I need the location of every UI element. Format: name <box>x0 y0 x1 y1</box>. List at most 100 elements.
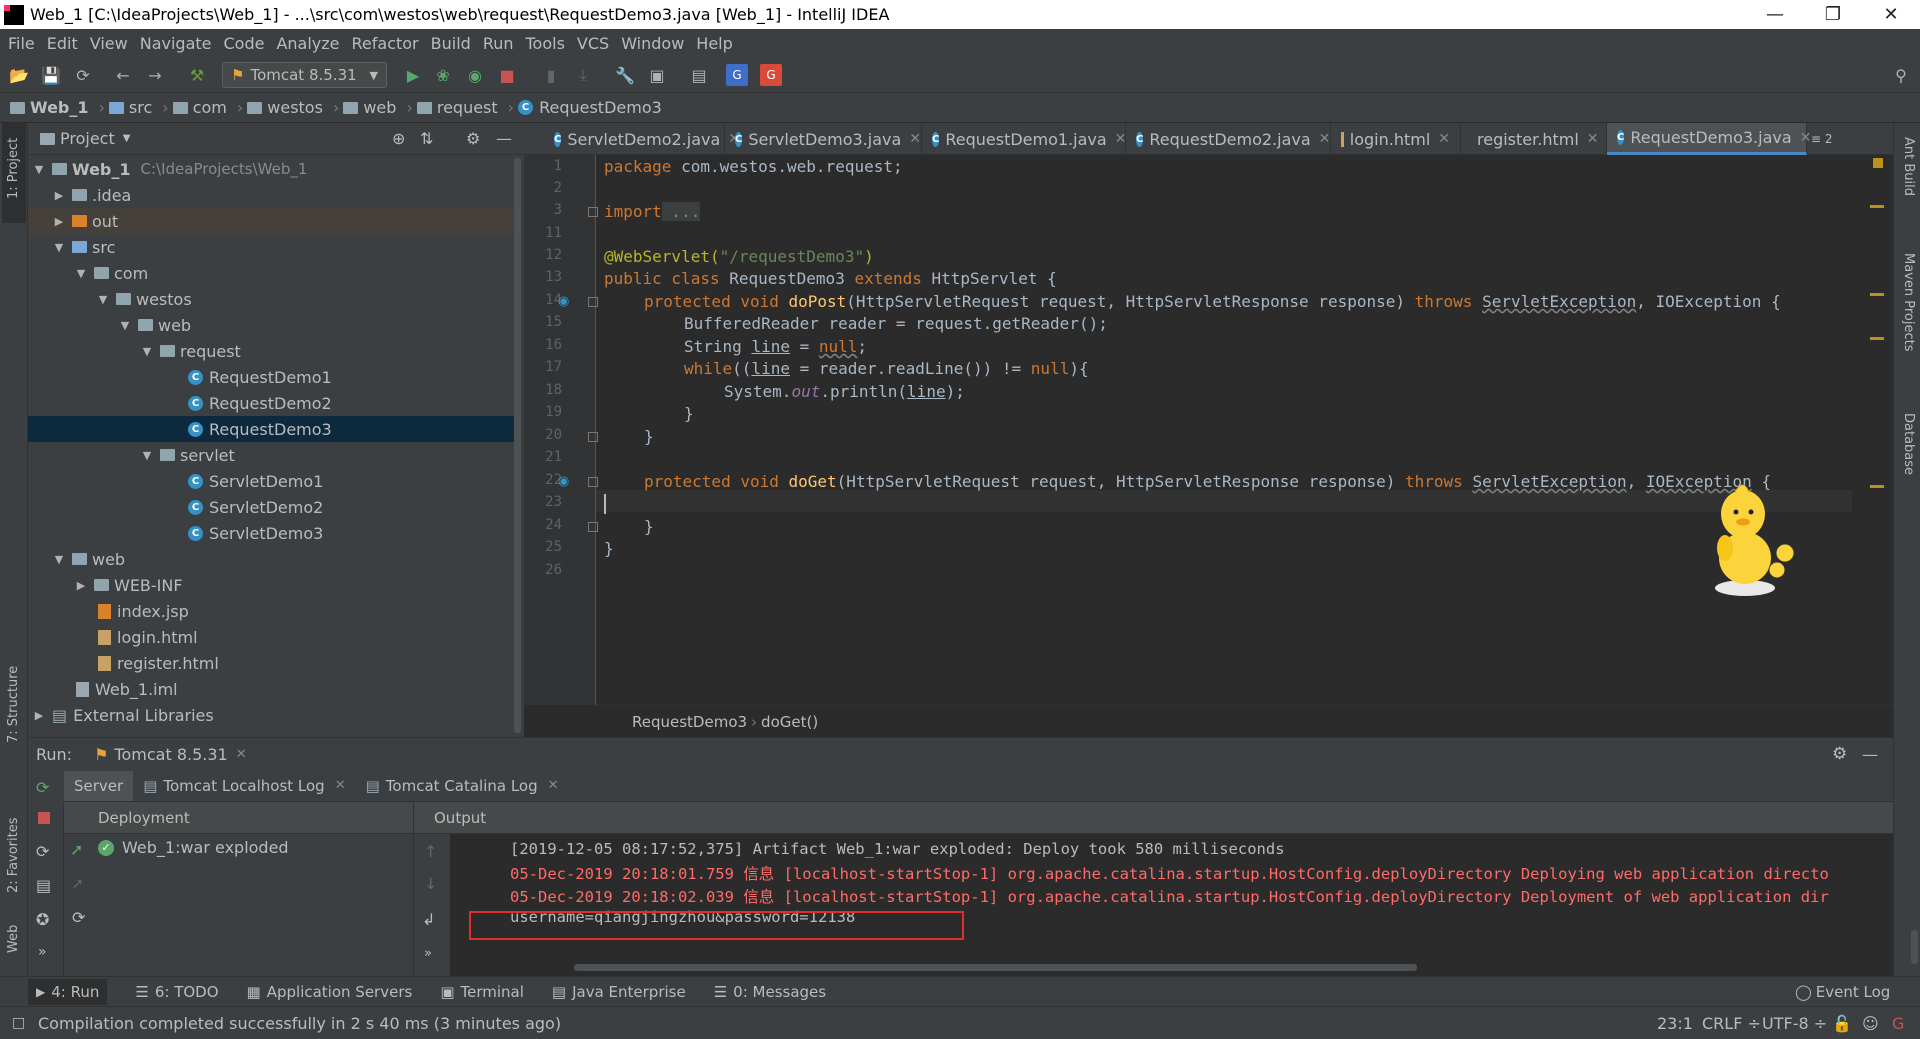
tree-node-web1-iml[interactable]: Web_1.iml <box>28 676 520 702</box>
fold-marker-icon[interactable] <box>588 432 598 442</box>
fold-marker-icon[interactable] <box>588 477 598 487</box>
tree-node-servletdemo2[interactable]: C ServletDemo2 <box>28 494 520 520</box>
tab-overflow-menu[interactable]: ≡ 2 <box>1807 123 1847 155</box>
rerun-icon[interactable]: ⟳ <box>36 778 49 797</box>
lock-icon[interactable]: 🔓 <box>1832 1014 1852 1033</box>
menu-analyze[interactable]: Analyze <box>272 34 347 53</box>
tab-requestdemo2[interactable]: C RequestDemo2.java ✕ <box>1126 123 1331 155</box>
more-actions-icon[interactable]: » <box>424 946 432 961</box>
menu-edit[interactable]: Edit <box>43 34 86 53</box>
minimize-button[interactable]: — <box>1746 0 1804 29</box>
close-tab-icon[interactable]: ✕ <box>548 778 559 793</box>
crumb-web1[interactable]: Web_1 <box>10 98 89 117</box>
tree-node-idea[interactable]: ▶ .idea <box>28 182 520 208</box>
debug-bug-icon[interactable]: ❀ <box>432 64 454 86</box>
hide-panel-icon[interactable]: — <box>496 129 512 148</box>
menu-code[interactable]: Code <box>220 34 273 53</box>
warning-mark[interactable] <box>1870 485 1884 488</box>
hide-panel-icon[interactable]: — <box>1862 745 1878 764</box>
warning-mark[interactable] <box>1870 205 1884 208</box>
close-tab-icon[interactable]: ✕ <box>335 778 346 793</box>
tab-requestdemo3[interactable]: C RequestDemo3.java ✕ <box>1607 123 1811 155</box>
run-configuration-select[interactable]: ⚑ Tomcat 8.5.31 ▼ <box>222 62 387 88</box>
tree-node-webinf[interactable]: ▶ WEB-INF <box>28 572 520 598</box>
download-icon[interactable]: ⤓ <box>572 64 594 86</box>
translate-icon[interactable]: G <box>726 64 748 86</box>
scroll-down-icon[interactable]: ↓ <box>424 874 437 893</box>
collapse-all-icon[interactable]: ⇅ <box>420 129 433 148</box>
tab-servletdemo3[interactable]: C ServletDemo3.java ✕ <box>725 123 922 155</box>
tool-tab-application-servers[interactable]: ▦ Application Servers <box>247 983 413 1001</box>
expand-arrow-icon[interactable]: ▼ <box>52 241 66 254</box>
scroll-up-icon[interactable]: ↑ <box>424 842 437 861</box>
tab-servletdemo2[interactable]: CServletDemo2.java✕ <box>524 123 740 155</box>
tool-tab-web[interactable]: Web <box>6 925 21 953</box>
tool-tab-database[interactable]: Database <box>1901 413 1916 475</box>
tab-register-html[interactable]: register.html ✕ <box>1461 123 1607 155</box>
tab-requestdemo1[interactable]: C RequestDemo1.java ✕ <box>922 123 1126 155</box>
menu-window[interactable]: Window <box>617 34 692 53</box>
expand-arrow-icon[interactable]: ▼ <box>140 449 154 462</box>
run-icon[interactable]: ▶ <box>402 64 424 86</box>
collapse-arrow-icon[interactable]: ▶ <box>74 579 88 592</box>
expand-arrow-icon[interactable]: ▼ <box>140 345 154 358</box>
editor-crumb-class[interactable]: RequestDemo3 <box>632 713 747 731</box>
stop-icon[interactable] <box>38 812 50 824</box>
project-view-select[interactable]: Project <box>60 129 115 148</box>
editor-crumb-method[interactable]: doGet() <box>761 713 818 731</box>
back-arrow-icon[interactable]: ← <box>112 64 134 86</box>
code-area[interactable]: package com.westos.web.request; import .… <box>604 155 1844 705</box>
menu-build[interactable]: Build <box>427 34 479 53</box>
override-marker-icon[interactable]: ◉ <box>558 294 569 309</box>
menu-vcs[interactable]: VCS <box>573 34 617 53</box>
tab-login-html[interactable]: login.html ✕ <box>1331 123 1461 155</box>
expand-arrow-icon[interactable]: ▼ <box>52 553 66 566</box>
expand-arrow-icon[interactable]: ▼ <box>32 163 46 176</box>
close-tab-icon[interactable]: ✕ <box>1587 131 1599 147</box>
tree-node-external-libraries[interactable]: ▶ ▤ External Libraries <box>28 702 520 728</box>
tree-node-index-jsp[interactable]: index.jsp <box>28 598 520 624</box>
line-separator-select[interactable]: CRLF ÷ <box>1702 1014 1761 1033</box>
tree-node-com[interactable]: ▼ com <box>28 260 520 286</box>
warning-mark[interactable] <box>1870 293 1884 296</box>
layout-icon[interactable]: ▤ <box>36 876 51 895</box>
crumb-request[interactable]: request <box>416 98 498 117</box>
tree-node-servletdemo1[interactable]: C ServletDemo1 <box>28 468 520 494</box>
tab-tomcat-localhost-log[interactable]: ▤ Tomcat Localhost Log ✕ <box>133 771 355 801</box>
crumb-src[interactable]: src <box>108 98 152 117</box>
restore-button[interactable]: ❐ <box>1804 0 1862 29</box>
tool-tab-todo[interactable]: ☰ 6: TODO <box>135 983 218 1001</box>
translate-alt-icon[interactable]: G <box>760 64 782 86</box>
menu-file[interactable]: File <box>4 34 43 53</box>
tool-tab-structure[interactable]: 7: Structure <box>6 666 21 743</box>
close-tab-icon[interactable]: ✕ <box>1438 131 1450 147</box>
stop-icon[interactable]: ■ <box>496 64 518 86</box>
override-marker-icon[interactable]: ◉ <box>558 474 569 489</box>
tree-node-web1[interactable]: ▼ Web_1 C:\IdeaProjects\Web_1 <box>28 156 520 182</box>
tool-tab-terminal[interactable]: ▣ Terminal <box>440 983 524 1001</box>
menu-refactor[interactable]: Refactor <box>348 34 427 53</box>
tree-node-servlet[interactable]: ▼ servlet <box>28 442 520 468</box>
sdk-icon[interactable]: ▤ <box>688 64 710 86</box>
caret-position[interactable]: 23:1 <box>1657 1014 1693 1033</box>
tool-tab-java-enterprise[interactable]: ▤ Java Enterprise <box>552 983 686 1001</box>
encoding-select[interactable]: UTF-8 ÷ <box>1762 1014 1827 1033</box>
tool-tab-ant-build[interactable]: Ant Build <box>1901 137 1916 196</box>
chevron-down-icon[interactable]: ▼ <box>123 133 131 144</box>
status-square-icon[interactable]: □ <box>12 1015 25 1031</box>
run-config-tab[interactable]: Tomcat 8.5.31 <box>114 745 227 764</box>
crumb-web[interactable]: web <box>343 98 396 117</box>
tab-tomcat-catalina-log[interactable]: ▤ Tomcat Catalina Log ✕ <box>356 771 569 801</box>
open-folder-icon[interactable]: 📂 <box>8 64 30 86</box>
undeploy-icon[interactable]: ➚ <box>72 876 84 892</box>
tree-node-src[interactable]: ▼ src <box>28 234 520 260</box>
restart-icon[interactable]: ⟳ <box>36 842 49 861</box>
attach-icon[interactable]: ▮ <box>540 64 562 86</box>
crumb-requestdemo3[interactable]: C RequestDemo3 <box>518 98 662 117</box>
output-vscrollbar[interactable] <box>1911 930 1918 964</box>
warning-mark[interactable] <box>1870 337 1884 340</box>
tree-node-westos[interactable]: ▼ westos <box>28 286 520 312</box>
coverage-icon[interactable]: ◉ <box>464 64 486 86</box>
collapse-arrow-icon[interactable]: ▶ <box>52 189 66 202</box>
tab-server[interactable]: Server <box>64 770 134 801</box>
